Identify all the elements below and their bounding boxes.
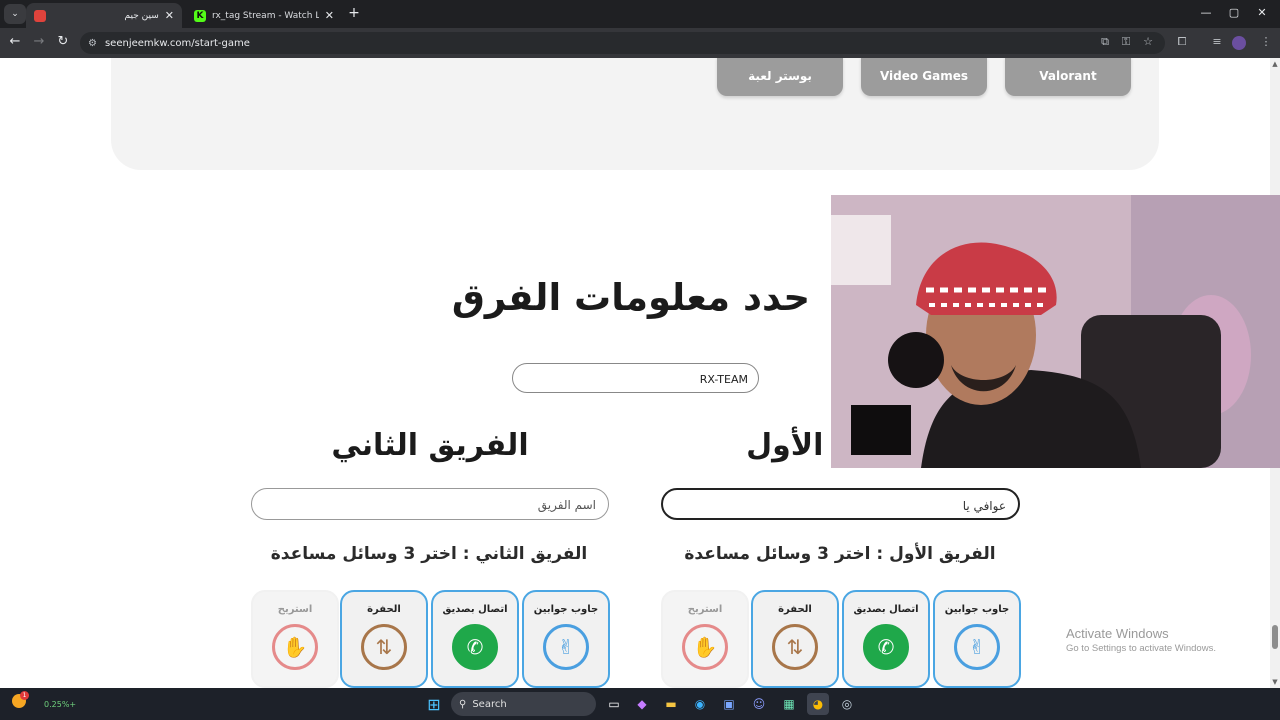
- watermark-title: Activate Windows: [1066, 626, 1169, 641]
- lifeline-label: استريح: [687, 604, 723, 615]
- team1-lifeline-rest[interactable]: استريح ✋: [661, 590, 749, 688]
- stop-hand-icon: ✋: [272, 624, 318, 670]
- url-text: seenjeemkw.com/start-game: [104, 37, 250, 49]
- team2-lifeline-pit[interactable]: الحفرة ⇅: [340, 590, 428, 688]
- watermark-subtitle: Go to Settings to activate Windows.: [1066, 643, 1216, 654]
- app-icon[interactable]: ▦: [778, 693, 800, 715]
- lifeline-label: جاوب جوابين: [944, 604, 1010, 615]
- maximize-button[interactable]: ▢: [1224, 6, 1244, 19]
- notification-badge: 1: [20, 691, 29, 700]
- team2-lifeline-answer-two[interactable]: جاوب جوابين ✌: [522, 590, 610, 688]
- lifeline-label: جاوب جوابين: [533, 604, 599, 615]
- taskbar-search[interactable]: ⚲ Search: [451, 692, 596, 716]
- site-info-icon[interactable]: ⚙: [88, 38, 97, 49]
- kick-favicon-icon: K: [194, 9, 206, 22]
- minimize-button[interactable]: —: [1196, 6, 1216, 19]
- forward-arrow-icon[interactable]: →: [30, 34, 48, 49]
- team2-name-input[interactable]: اسم الفريق: [251, 488, 609, 520]
- page-title: حدد معلومات الفرق: [451, 276, 810, 319]
- new-tab-button[interactable]: +: [346, 5, 362, 21]
- activate-windows-watermark: Activate Windows Go to Settings to activ…: [1066, 626, 1216, 654]
- reading-list-icon[interactable]: ≡: [1209, 35, 1225, 48]
- weather-value: 0.25%+: [44, 700, 77, 709]
- discord-icon[interactable]: ☺: [748, 693, 770, 715]
- stop-hand-icon: ✋: [682, 624, 728, 670]
- phone-icon: ✆: [863, 624, 909, 670]
- category-button-game-poster[interactable]: بوستر لعبة: [717, 58, 843, 96]
- browser-toolbar: ← → ↻ ⚙ seenjeemkw.com/start-game ⧉ ⚿ ☆ …: [0, 28, 1280, 58]
- task-view-icon[interactable]: ▭: [603, 693, 625, 715]
- team1-help-title: الفريق الأول : اختر 3 وسائل مساعدة: [684, 544, 996, 564]
- password-key-icon[interactable]: ⚿: [1118, 35, 1134, 49]
- close-icon[interactable]: ✕: [165, 9, 174, 22]
- seenjeem-favicon-icon: [34, 9, 46, 22]
- steam-icon[interactable]: ◎: [836, 693, 858, 715]
- menu-kebab-icon[interactable]: ⋮: [1258, 35, 1274, 48]
- team2-help-title: الفريق الثاني : اختر 3 وسائل مساعدة: [270, 544, 588, 564]
- lifeline-label: الحفرة: [778, 604, 812, 615]
- scrollbar-thumb[interactable]: [1272, 625, 1278, 649]
- lifeline-label: الحفرة: [367, 604, 401, 615]
- categories-panel: [111, 58, 1159, 170]
- peace-hand-icon: ✌: [954, 624, 1000, 670]
- webcam-picture: [831, 195, 1280, 468]
- reload-icon[interactable]: ↻: [54, 34, 72, 49]
- profile-avatar[interactable]: [1232, 36, 1246, 50]
- tab-title: rx_tag Stream - Watch Live on Kick: [212, 10, 319, 21]
- search-label: Search: [472, 698, 507, 710]
- category-button-video-games[interactable]: Video Games: [861, 58, 987, 96]
- team2-lifeline-call-friend[interactable]: اتصال بصديق ✆: [431, 590, 519, 688]
- phone-icon: ✆: [452, 624, 498, 670]
- address-bar[interactable]: ⚙ seenjeemkw.com/start-game: [80, 32, 1165, 54]
- lifeline-label: اتصال بصديق: [853, 604, 919, 615]
- team1-lifeline-answer-two[interactable]: جاوب جوابين ✌: [933, 590, 1021, 688]
- lifeline-label: استريح: [277, 604, 313, 615]
- tab-seenjeem[interactable]: سين جيم ✕: [26, 3, 182, 28]
- chrome-icon[interactable]: ◕: [807, 693, 829, 715]
- file-explorer-icon[interactable]: ▬: [660, 693, 682, 715]
- translate-icon[interactable]: ⧉: [1097, 35, 1113, 49]
- windows-taskbar: 0.25%+ 1 ⊞ ⚲ Search ▭ ◆ ▬ ◉ ▣ ☺ ▦ ◕ ◎: [0, 688, 1280, 720]
- back-arrow-icon[interactable]: ←: [6, 34, 24, 49]
- webcam-overlay: [831, 195, 1280, 468]
- tab-search-button[interactable]: ⌄: [4, 4, 26, 24]
- search-icon: ⚲: [459, 698, 467, 710]
- team1-lifeline-pit[interactable]: الحفرة ⇅: [751, 590, 839, 688]
- team1-name-input[interactable]: عوافي يا: [661, 488, 1020, 520]
- swap-arrows-icon: ⇅: [772, 624, 818, 670]
- team2-lifeline-rest[interactable]: استريح ✋: [251, 590, 339, 688]
- tab-kick-stream[interactable]: K rx_tag Stream - Watch Live on Kick ✕: [186, 3, 342, 28]
- game-name-input[interactable]: RX-TEAM: [512, 363, 759, 393]
- team2-title: الفريق الثاني: [331, 428, 529, 463]
- team1-lifeline-call-friend[interactable]: اتصال بصديق ✆: [842, 590, 930, 688]
- bookmark-star-icon[interactable]: ☆: [1140, 35, 1156, 48]
- copilot-icon[interactable]: ◆: [631, 693, 653, 715]
- browser-titlebar: ⌄ سين جيم ✕ K rx_tag Stream - Watch Live…: [0, 0, 1280, 28]
- edge-icon[interactable]: ◉: [689, 693, 711, 715]
- windows-start-icon[interactable]: ⊞: [423, 693, 445, 715]
- store-icon[interactable]: ▣: [718, 693, 740, 715]
- category-button-valorant[interactable]: Valorant: [1005, 58, 1131, 96]
- peace-hand-icon: ✌: [543, 624, 589, 670]
- swap-arrows-icon: ⇅: [361, 624, 407, 670]
- lifeline-label: اتصال بصديق: [442, 604, 508, 615]
- close-icon[interactable]: ✕: [325, 9, 334, 22]
- close-window-button[interactable]: ✕: [1252, 6, 1272, 19]
- tab-title: سين جيم: [124, 10, 159, 21]
- extensions-icon[interactable]: ⧠: [1174, 35, 1190, 49]
